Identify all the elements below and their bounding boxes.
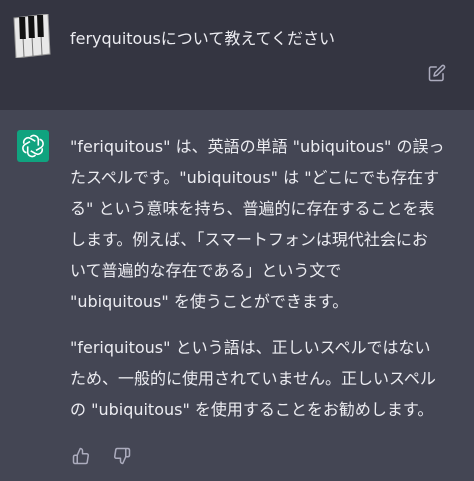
- answer-line: "feriquitous" という語は、正しいスペルではない: [70, 338, 431, 357]
- assistant-message-text: "feriquitous" は、英語の単語 "ubiquitous" の誤っ た…: [70, 131, 466, 425]
- assistant-message-row: "feriquitous" は、英語の単語 "ubiquitous" の誤っ た…: [0, 110, 474, 481]
- answer-line: の "ubiquitous" を使用することをお勧めします。: [70, 400, 434, 419]
- answer-line: ため、一般的に使用されていません。正しいスペル: [70, 369, 436, 388]
- answer-line: たスペルです。"ubiquitous" は "どこにでも存在す: [70, 168, 440, 187]
- answer-line: "feriquitous" は、英語の単語 "ubiquitous" の誤っ: [70, 137, 445, 156]
- openai-logo-icon: [17, 130, 49, 162]
- thumbs-up-icon[interactable]: [72, 447, 92, 467]
- piano-keys-icon: [12, 13, 52, 59]
- thumbs-down-icon[interactable]: [113, 447, 133, 467]
- answer-line: いて普遍的な存在である」という文で: [70, 261, 342, 280]
- user-message-row: feryquitousについて教えてください: [0, 0, 474, 110]
- answer-line: します。例えば、「スマートフォンは現代社会にお: [70, 230, 428, 249]
- answer-line: "ubiquitous" を使うことができます。: [70, 292, 349, 311]
- answer-line: る" という意味を持ち、普遍的に存在することを表: [70, 199, 435, 218]
- edit-icon[interactable]: [428, 64, 448, 84]
- user-message-text: feryquitousについて教えてください: [70, 29, 336, 48]
